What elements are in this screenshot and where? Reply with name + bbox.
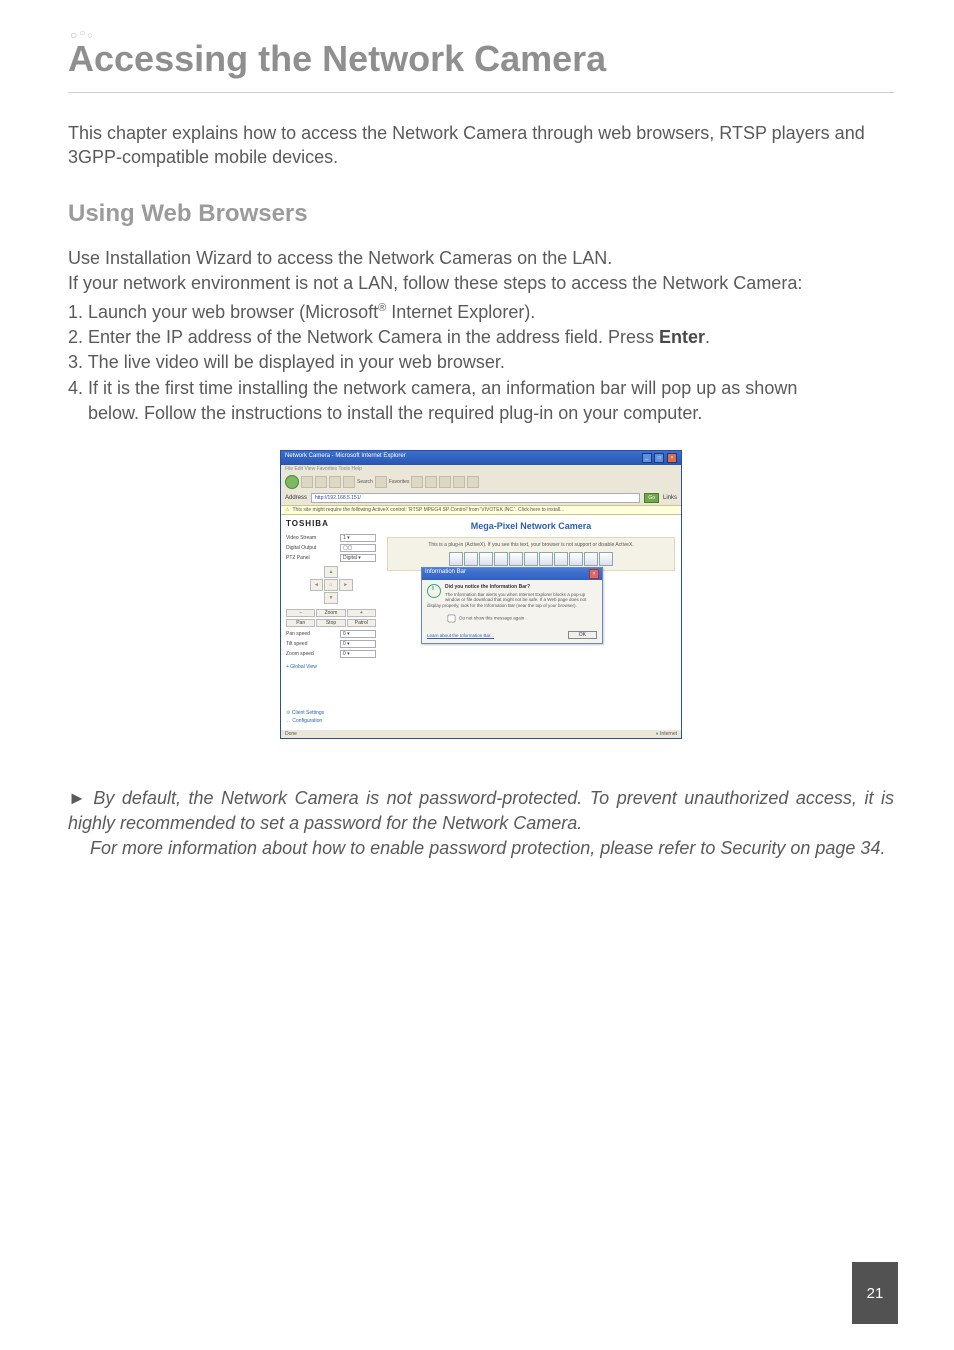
refresh-icon[interactable] xyxy=(329,476,341,488)
control-button-icon[interactable] xyxy=(449,552,463,566)
camera-sidebar: TOSHIBA Video Stream 1 ▾ Digital Output … xyxy=(281,515,381,730)
ie-toolbar: Search Favorites xyxy=(281,473,681,491)
brand-logo: TOSHIBA xyxy=(286,519,376,528)
plugin-message: This is a plug-in (ActiveX). If you see … xyxy=(392,542,670,548)
body-line: Use Installation Wizard to access the Ne… xyxy=(68,246,894,271)
ptz-panel-label: PTZ Panel xyxy=(286,555,310,561)
ie-statusbar: Done Internet xyxy=(281,730,681,738)
back-icon[interactable] xyxy=(285,475,299,489)
warning-icon: ⚠ xyxy=(285,507,289,513)
zoom-speed-select[interactable]: 0 ▾ xyxy=(340,650,376,658)
control-button-icon[interactable] xyxy=(479,552,493,566)
favorites-icon[interactable] xyxy=(375,476,387,488)
step-1: 1. Launch your web browser (Microsoft® I… xyxy=(68,300,894,325)
close-icon[interactable]: × xyxy=(667,453,677,463)
mail-icon[interactable] xyxy=(425,476,437,488)
zoom-speed-label: Zoom speed xyxy=(286,651,314,657)
ie-menubar[interactable]: File Edit View Favorites Tools Help xyxy=(281,465,681,473)
step-4: 4. If it is the first time installing th… xyxy=(68,376,894,401)
address-label: Address xyxy=(285,495,307,501)
patrol-button[interactable]: Patrol xyxy=(347,619,376,627)
note-arrow-icon: ► xyxy=(68,788,86,808)
embedded-screenshot: Network Camera - Microsoft Internet Expl… xyxy=(68,450,894,740)
ie-titlebar: Network Camera - Microsoft Internet Expl… xyxy=(281,451,681,465)
tilt-speed-select[interactable]: 0 ▾ xyxy=(340,640,376,648)
digital-output-toggle[interactable]: ▢▢ xyxy=(340,544,376,552)
address-input[interactable]: http://192.168.5.151/ xyxy=(311,493,640,503)
dialog-checkbox-row[interactable]: Do not show this message again xyxy=(445,612,597,625)
zoom-label: Zoom xyxy=(316,609,345,617)
ie-information-bar[interactable]: ⚠ This site might require the following … xyxy=(281,505,681,515)
ptz-home-button[interactable]: ⌂ xyxy=(324,579,338,591)
control-button-icon[interactable] xyxy=(464,552,478,566)
window-title: Network Camera - Microsoft Internet Expl… xyxy=(285,453,406,463)
discuss-icon[interactable] xyxy=(467,476,479,488)
dialog-title: Information Bar xyxy=(425,569,466,579)
forward-icon[interactable] xyxy=(301,476,313,488)
information-bar-dialog: Information Bar × Did you notice the Inf… xyxy=(421,567,603,644)
favorites-label[interactable]: Favorites xyxy=(389,479,410,485)
ptz-down-button[interactable]: ▼ xyxy=(324,592,338,604)
step-4-cont: below. Follow the instructions to instal… xyxy=(68,401,894,426)
edit-icon[interactable] xyxy=(453,476,465,488)
learn-more-link[interactable]: Learn about the Information Bar... xyxy=(427,633,494,638)
dialog-text: The Information Bar alerts you when Inte… xyxy=(427,592,597,608)
minimize-icon[interactable]: _ xyxy=(642,453,652,463)
pan-speed-select[interactable]: 0 ▾ xyxy=(340,630,376,638)
step-3: 3. The live video will be displayed in y… xyxy=(68,350,894,375)
dialog-heading: Did you notice the Information Bar? xyxy=(427,584,597,590)
control-button-icon[interactable] xyxy=(524,552,538,566)
chapter-title: Accessing the Network Camera xyxy=(68,38,894,80)
ptz-panel-select[interactable]: Digital ▾ xyxy=(340,554,376,562)
pan-button[interactable]: Pan xyxy=(286,619,315,627)
control-button-icon[interactable] xyxy=(494,552,508,566)
step-2: 2. Enter the IP address of the Network C… xyxy=(68,325,894,350)
go-button[interactable]: Go xyxy=(644,493,659,503)
ptz-directional-pad: ▲ ◄ ⌂ ► ▼ xyxy=(309,566,353,605)
control-button-icon[interactable] xyxy=(539,552,553,566)
global-view-link[interactable]: + Global View xyxy=(286,664,376,670)
tilt-speed-label: Tilt speed xyxy=(286,641,308,647)
camera-page-title: Mega-Pixel Network Camera xyxy=(387,521,675,531)
zoom-out-button[interactable]: − xyxy=(286,609,315,617)
plugin-placeholder: This is a plug-in (ActiveX). If you see … xyxy=(387,537,675,571)
ptz-right-button[interactable]: ► xyxy=(339,579,353,591)
search-label[interactable]: Search xyxy=(357,479,373,485)
stop-icon[interactable] xyxy=(315,476,327,488)
note-block: ► By default, the Network Camera is not … xyxy=(68,786,894,862)
dont-show-checkbox[interactable] xyxy=(448,615,456,623)
digital-output-label: Digital Output xyxy=(286,545,316,551)
control-button-icon[interactable] xyxy=(509,552,523,566)
pan-speed-label: Pan speed xyxy=(286,631,310,637)
page-number: 21 xyxy=(852,1262,898,1324)
ok-button[interactable]: OK xyxy=(568,631,597,639)
control-button-icon[interactable] xyxy=(584,552,598,566)
maximize-icon[interactable]: □ xyxy=(654,453,664,463)
info-icon xyxy=(427,584,441,598)
intro-paragraph: This chapter explains how to access the … xyxy=(68,121,894,170)
section-heading: Using Web Browsers xyxy=(68,200,894,228)
client-settings-link[interactable]: Client Settings xyxy=(286,710,376,716)
history-icon[interactable] xyxy=(411,476,423,488)
configuration-link[interactable]: Configuration xyxy=(286,718,376,724)
stop-button[interactable]: Stop xyxy=(316,619,345,627)
control-button-icon[interactable] xyxy=(569,552,583,566)
print-icon[interactable] xyxy=(439,476,451,488)
video-stream-label: Video Stream xyxy=(286,535,316,541)
links-label[interactable]: Links xyxy=(663,495,677,501)
ptz-up-button[interactable]: ▲ xyxy=(324,566,338,578)
control-button-icon[interactable] xyxy=(554,552,568,566)
dialog-close-icon[interactable]: × xyxy=(589,569,599,579)
status-text: Done xyxy=(285,731,297,737)
zoom-in-button[interactable]: + xyxy=(347,609,376,617)
body-line: If your network environment is not a LAN… xyxy=(68,271,894,296)
ptz-left-button[interactable]: ◄ xyxy=(310,579,324,591)
video-stream-select[interactable]: 1 ▾ xyxy=(340,534,376,542)
home-icon[interactable] xyxy=(343,476,355,488)
control-button-icon[interactable] xyxy=(599,552,613,566)
security-zone: Internet xyxy=(656,731,677,737)
